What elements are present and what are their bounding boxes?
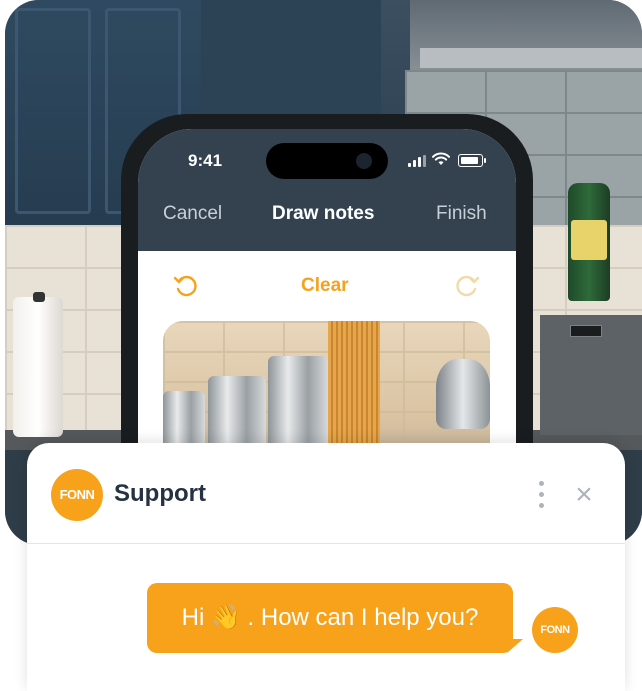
camera-icon	[356, 153, 372, 169]
signal-icon	[408, 155, 426, 167]
kettle	[436, 359, 490, 429]
support-chat-widget: FONN Support × Hi 👋 . How can I help you…	[27, 443, 625, 691]
chat-title: Support	[114, 480, 206, 507]
paper-towel	[13, 297, 63, 437]
battery-icon	[458, 154, 483, 167]
chat-header: FONN Support ×	[27, 443, 625, 544]
redo-icon[interactable]	[453, 272, 481, 300]
finish-button[interactable]: Finish	[436, 203, 487, 225]
cancel-button[interactable]: Cancel	[163, 203, 222, 225]
wifi-icon	[432, 152, 450, 165]
clear-button[interactable]: Clear	[301, 275, 349, 297]
undo-icon[interactable]	[172, 272, 200, 300]
status-time: 9:41	[188, 151, 223, 170]
app-header: 9:41 Cancel Draw notes Finish	[138, 129, 516, 251]
upper-cabinet	[201, 0, 381, 120]
pasta-jar	[328, 321, 380, 451]
chat-message-bubble: Hi 👋 . How can I help you?	[147, 583, 513, 653]
page-title: Draw notes	[272, 203, 375, 224]
agent-avatar: FONN	[532, 607, 578, 653]
close-icon[interactable]: ×	[571, 480, 597, 510]
more-options-icon[interactable]	[537, 481, 545, 509]
fonn-logo: FONN	[51, 469, 103, 521]
